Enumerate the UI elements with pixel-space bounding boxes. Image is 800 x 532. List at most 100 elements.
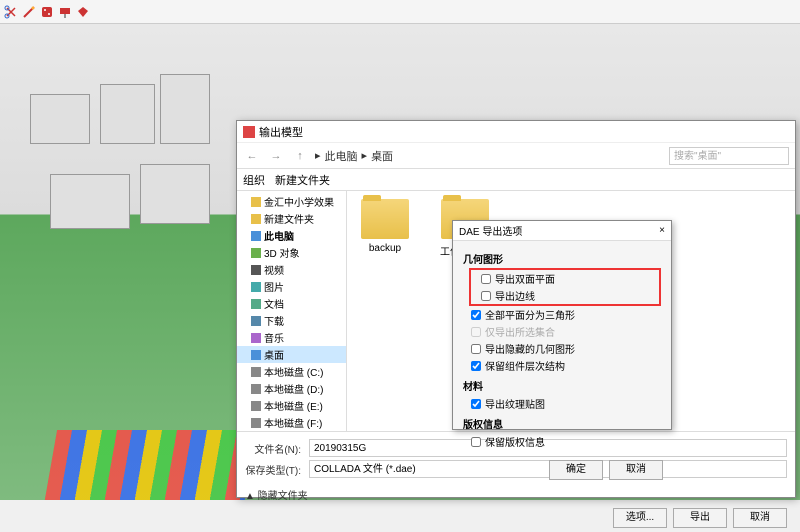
magic-icon[interactable] — [22, 5, 36, 19]
pc-icon — [251, 231, 261, 241]
ok-button[interactable]: 确定 — [549, 460, 603, 480]
tree-label: 文档 — [264, 296, 284, 311]
gem-icon[interactable] — [76, 5, 90, 19]
tree-item[interactable]: 音乐 — [237, 329, 346, 346]
tree-label: 视频 — [264, 262, 284, 277]
tree-label: 本地磁盘 (D:) — [264, 381, 323, 396]
tree-label: 金汇中小学效果 — [264, 194, 334, 209]
group-material: 材料 — [463, 378, 661, 393]
tree-item[interactable]: 此电脑 — [237, 227, 346, 244]
tree-item[interactable]: 图片 — [237, 278, 346, 295]
dialog-titlebar: 输出模型 — [237, 121, 795, 143]
option-row[interactable]: 导出边线 — [473, 287, 657, 304]
tree-item[interactable]: 金汇中小学效果 — [237, 193, 346, 210]
app-icon — [243, 126, 255, 138]
tree-item[interactable]: 新建文件夹 — [237, 210, 346, 227]
tree-label: 3D 对象 — [264, 245, 300, 260]
option-checkbox[interactable] — [471, 437, 481, 447]
cancel-button[interactable]: 取消 — [733, 508, 787, 528]
highlight-box: 导出双面平面导出边线 — [469, 268, 661, 306]
paint-icon[interactable] — [58, 5, 72, 19]
group-geometry: 几何图形 — [463, 251, 661, 266]
tree-label: 本地磁盘 (E:) — [264, 398, 323, 413]
option-row: 仅导出所选集合 — [463, 323, 661, 340]
option-checkbox[interactable] — [481, 274, 491, 284]
tree-item[interactable]: 文档 — [237, 295, 346, 312]
tree-label: 此电脑 — [264, 228, 294, 243]
tree-item[interactable]: 下载 — [237, 312, 346, 329]
folder-icon — [251, 214, 261, 224]
tree-label: 下载 — [264, 313, 284, 328]
tree-item[interactable]: 本地磁盘 (E:) — [237, 397, 346, 414]
hide-folders-toggle[interactable]: ▲ 隐藏文件夹 — [237, 485, 795, 504]
tree-item[interactable]: 3D 对象 — [237, 244, 346, 261]
nav-up-icon[interactable]: ↑ — [291, 147, 309, 165]
dialog-title: 输出模型 — [259, 124, 303, 140]
disk-icon — [251, 418, 261, 428]
nav-fwd-icon[interactable]: → — [267, 147, 285, 165]
close-icon[interactable]: × — [659, 225, 665, 236]
file-label: backup — [355, 243, 415, 254]
option-checkbox[interactable] — [481, 291, 491, 301]
dice-icon[interactable] — [40, 5, 54, 19]
option-row[interactable]: 导出纹理贴图 — [463, 395, 661, 412]
doc-icon — [251, 299, 261, 309]
organize-menu[interactable]: 组织 — [243, 172, 265, 188]
tree-label: 音乐 — [264, 330, 284, 345]
folder-icon — [251, 197, 261, 207]
option-label: 仅导出所选集合 — [485, 324, 555, 339]
disk-icon — [251, 384, 261, 394]
option-checkbox[interactable] — [471, 310, 481, 320]
export-button[interactable]: 导出 — [673, 508, 727, 528]
option-label: 全部平面分为三角形 — [485, 307, 575, 322]
nav-back-icon[interactable]: ← — [243, 147, 261, 165]
options-title: DAE 导出选项 — [459, 223, 522, 238]
tree-label: 本地磁盘 (C:) — [264, 364, 323, 379]
option-checkbox[interactable] — [471, 361, 481, 371]
tree-item[interactable]: 本地磁盘 (C:) — [237, 363, 346, 380]
option-row[interactable]: 保留版权信息 — [463, 433, 661, 450]
option-row[interactable]: 保留组件层次结构 — [463, 357, 661, 374]
file-item[interactable]: backup — [355, 199, 415, 254]
option-label: 导出隐藏的几何图形 — [485, 341, 575, 356]
video-icon — [251, 265, 261, 275]
option-row[interactable]: 全部平面分为三角形 — [463, 306, 661, 323]
colorful-building — [43, 430, 257, 500]
cube-icon — [251, 248, 261, 258]
image-icon — [251, 282, 261, 292]
option-label: 导出纹理贴图 — [485, 396, 545, 411]
option-label: 导出边线 — [495, 288, 535, 303]
scissors-icon[interactable] — [4, 5, 18, 19]
download-icon — [251, 316, 261, 326]
options-button[interactable]: 选项... — [613, 508, 667, 528]
music-icon — [251, 333, 261, 343]
group-copyright: 版权信息 — [463, 416, 661, 431]
option-row[interactable]: 导出隐藏的几何图形 — [463, 340, 661, 357]
option-row[interactable]: 导出双面平面 — [473, 270, 657, 287]
search-input[interactable]: 搜索"桌面" — [669, 147, 789, 165]
option-checkbox — [471, 327, 481, 337]
dae-options-dialog: DAE 导出选项 × 几何图形 导出双面平面导出边线全部平面分为三角形仅导出所选… — [452, 220, 672, 430]
tree-label: 桌面 — [264, 347, 284, 362]
disk-icon — [251, 367, 261, 377]
tree-item[interactable]: 视频 — [237, 261, 346, 278]
filename-label: 文件名(N): — [245, 441, 301, 456]
option-label: 导出双面平面 — [495, 271, 555, 286]
tree-label: 图片 — [264, 279, 284, 294]
disk-icon — [251, 401, 261, 411]
newfolder-button[interactable]: 新建文件夹 — [275, 172, 330, 188]
breadcrumb[interactable]: ▸此电脑▸桌面 — [315, 148, 663, 164]
tree-label: 新建文件夹 — [264, 211, 314, 226]
option-label: 保留组件层次结构 — [485, 358, 565, 373]
desktop-icon — [251, 350, 261, 360]
tree-item[interactable]: 本地磁盘 (D:) — [237, 380, 346, 397]
tree-item[interactable]: 本地磁盘 (F:) — [237, 414, 346, 431]
folder-icon — [361, 199, 409, 239]
option-label: 保留版权信息 — [485, 434, 545, 449]
opt-cancel-button[interactable]: 取消 — [609, 460, 663, 480]
folder-tree[interactable]: 金汇中小学效果新建文件夹此电脑 3D 对象视频图片文档下载音乐桌面本地磁盘 (C:… — [237, 191, 347, 431]
option-checkbox[interactable] — [471, 399, 481, 409]
main-toolbar — [0, 0, 800, 24]
option-checkbox[interactable] — [471, 344, 481, 354]
tree-item[interactable]: 桌面 — [237, 346, 346, 363]
